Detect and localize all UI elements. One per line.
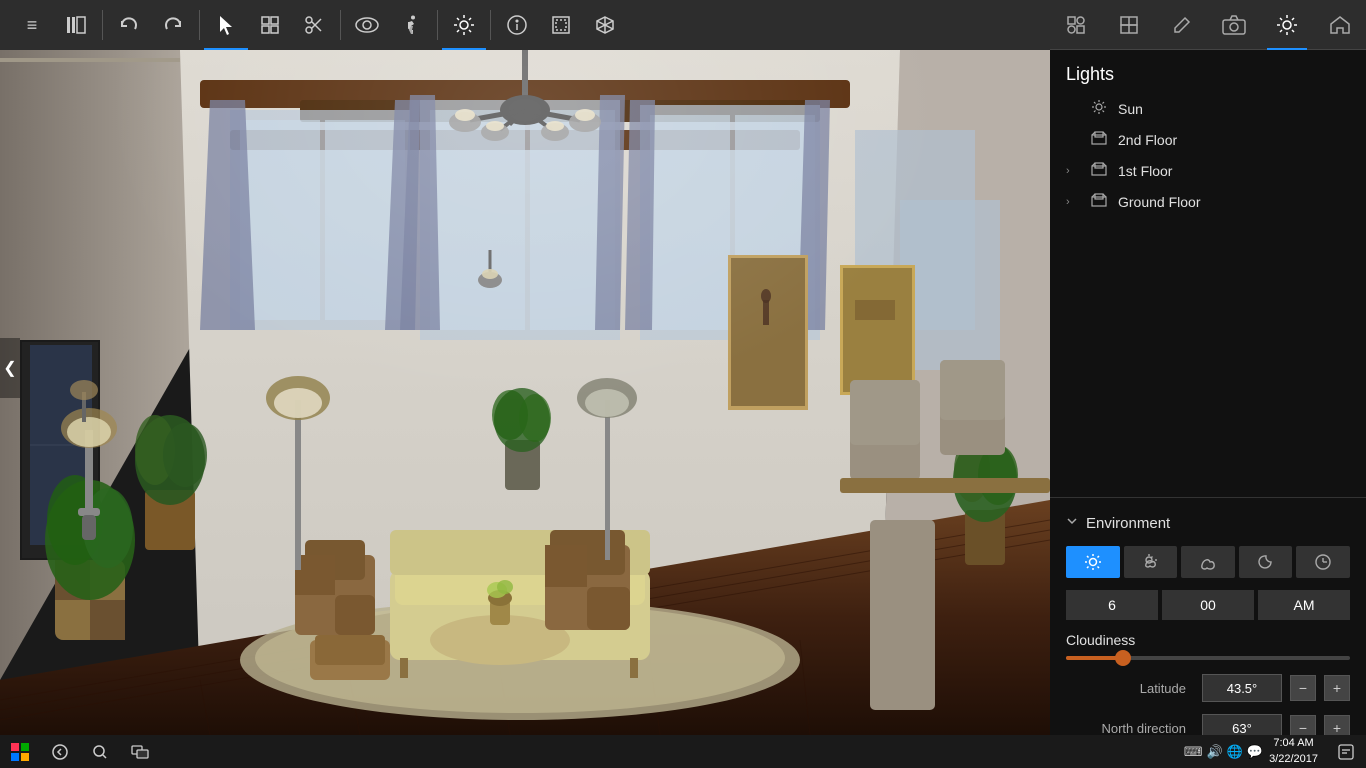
sun-light-item[interactable]: Sun: [1050, 93, 1366, 124]
latitude-input[interactable]: [1202, 674, 1282, 702]
edit-tab[interactable]: [1162, 0, 1202, 50]
2nd-floor-light-icon: [1090, 130, 1108, 149]
main-3d-view[interactable]: ❮: [0, 0, 1050, 735]
environment-section: Environment 6 00: [1050, 497, 1366, 768]
clock-time: 7:04 AM: [1269, 736, 1318, 751]
left-navigation-arrow[interactable]: ❮: [0, 338, 20, 398]
1st-floor-chevron: ›: [1066, 165, 1080, 177]
toolbar-sep-3: [340, 10, 341, 40]
toolbar-sep-1: [102, 10, 103, 40]
latitude-minus-button[interactable]: −: [1290, 675, 1316, 701]
materials-tab[interactable]: [1056, 0, 1096, 50]
taskbar-back-button[interactable]: [40, 735, 80, 768]
2nd-floor-light-label: 2nd Floor: [1118, 132, 1177, 148]
view-icon[interactable]: [345, 0, 389, 50]
action-center-button[interactable]: [1326, 735, 1366, 768]
time-mode-buttons: [1050, 538, 1366, 586]
cloudiness-slider[interactable]: [1066, 656, 1350, 660]
latitude-label: Latitude: [1066, 681, 1194, 696]
taskbar-multitask-button[interactable]: [120, 735, 160, 768]
walk-icon[interactable]: [389, 0, 433, 50]
objects-icon[interactable]: [248, 0, 292, 50]
camera-tab[interactable]: [1214, 0, 1254, 50]
menu-icon[interactable]: ≡: [10, 0, 54, 50]
1st-floor-label: 1st Floor: [1118, 163, 1172, 179]
redo-icon[interactable]: [151, 0, 195, 50]
scissors-icon[interactable]: [292, 0, 336, 50]
right-panel: Lights Sun 2nd Floor › 1st Floor: [1050, 0, 1366, 768]
lights-section: Lights Sun 2nd Floor › 1st Floor: [1050, 50, 1366, 227]
toolbar-sep-5: [490, 10, 491, 40]
network-tray-icon[interactable]: 🌐: [1227, 744, 1243, 760]
system-clock[interactable]: 7:04 AM 3/22/2017: [1269, 736, 1326, 767]
clock-date: 3/22/2017: [1269, 752, 1318, 767]
sun-expand-space: [1066, 102, 1080, 116]
latitude-row: Latitude − +: [1050, 668, 1366, 708]
latitude-plus-button[interactable]: +: [1324, 675, 1350, 701]
lights-title: Lights: [1050, 60, 1366, 93]
ground-floor-chevron: ›: [1066, 196, 1080, 208]
top-toolbar: ≡: [0, 0, 1050, 50]
environment-header[interactable]: Environment: [1050, 508, 1366, 538]
build-tab[interactable]: [1109, 0, 1149, 50]
windows-start-button[interactable]: [0, 735, 40, 768]
cube-icon[interactable]: [583, 0, 627, 50]
right-panel-tabs: [1050, 0, 1366, 50]
undo-icon[interactable]: [107, 0, 151, 50]
night-mode-button[interactable]: [1239, 546, 1293, 578]
env-collapse-icon: [1066, 514, 1078, 532]
scene-svg: [0, 0, 1050, 735]
volume-tray-icon[interactable]: 🔊: [1207, 744, 1223, 760]
toolbar-sep-2: [199, 10, 200, 40]
time-hour-input[interactable]: 6: [1066, 590, 1158, 620]
partial-cloud-mode-button[interactable]: [1124, 546, 1178, 578]
clock-mode-button[interactable]: [1296, 546, 1350, 578]
info-icon[interactable]: [495, 0, 539, 50]
ground-floor-icon: [1090, 192, 1108, 211]
sun-toolbar-icon[interactable]: [442, 0, 486, 50]
1st-floor-icon: [1090, 161, 1108, 180]
lights-tab[interactable]: [1267, 0, 1307, 50]
cloudy-mode-button[interactable]: [1181, 546, 1235, 578]
frame-icon[interactable]: [539, 0, 583, 50]
sun-light-icon: [1090, 99, 1108, 118]
windows-taskbar: ⌨ 🔊 🌐 💬 7:04 AM 3/22/2017: [0, 735, 1366, 768]
cloudiness-thumb[interactable]: [1115, 650, 1131, 666]
environment-title: Environment: [1086, 515, 1170, 532]
toolbar-sep-4: [437, 10, 438, 40]
time-inputs: 6 00 AM: [1050, 586, 1366, 624]
message-tray-icon[interactable]: 💬: [1247, 744, 1263, 760]
house-tab[interactable]: [1320, 0, 1360, 50]
taskbar-search-button[interactable]: [80, 735, 120, 768]
time-minute-input[interactable]: 00: [1162, 590, 1254, 620]
keyboard-tray-icon[interactable]: ⌨: [1184, 744, 1203, 760]
system-tray: ⌨ 🔊 🌐 💬: [1178, 744, 1269, 760]
1st-floor-item[interactable]: › 1st Floor: [1050, 155, 1366, 186]
select-icon[interactable]: [204, 0, 248, 50]
2nd-floor-expand-space: [1066, 133, 1080, 147]
north-direction-label: North direction: [1066, 721, 1194, 736]
library-icon[interactable]: [54, 0, 98, 50]
ground-floor-item[interactable]: › Ground Floor: [1050, 186, 1366, 217]
sunny-mode-button[interactable]: [1066, 546, 1120, 578]
panel-spacer: [1050, 227, 1366, 497]
sun-light-label: Sun: [1118, 101, 1143, 117]
cloudiness-label: Cloudiness: [1050, 624, 1366, 652]
2nd-floor-light-item[interactable]: 2nd Floor: [1050, 124, 1366, 155]
ground-floor-label: Ground Floor: [1118, 194, 1200, 210]
time-ampm-input[interactable]: AM: [1258, 590, 1350, 620]
